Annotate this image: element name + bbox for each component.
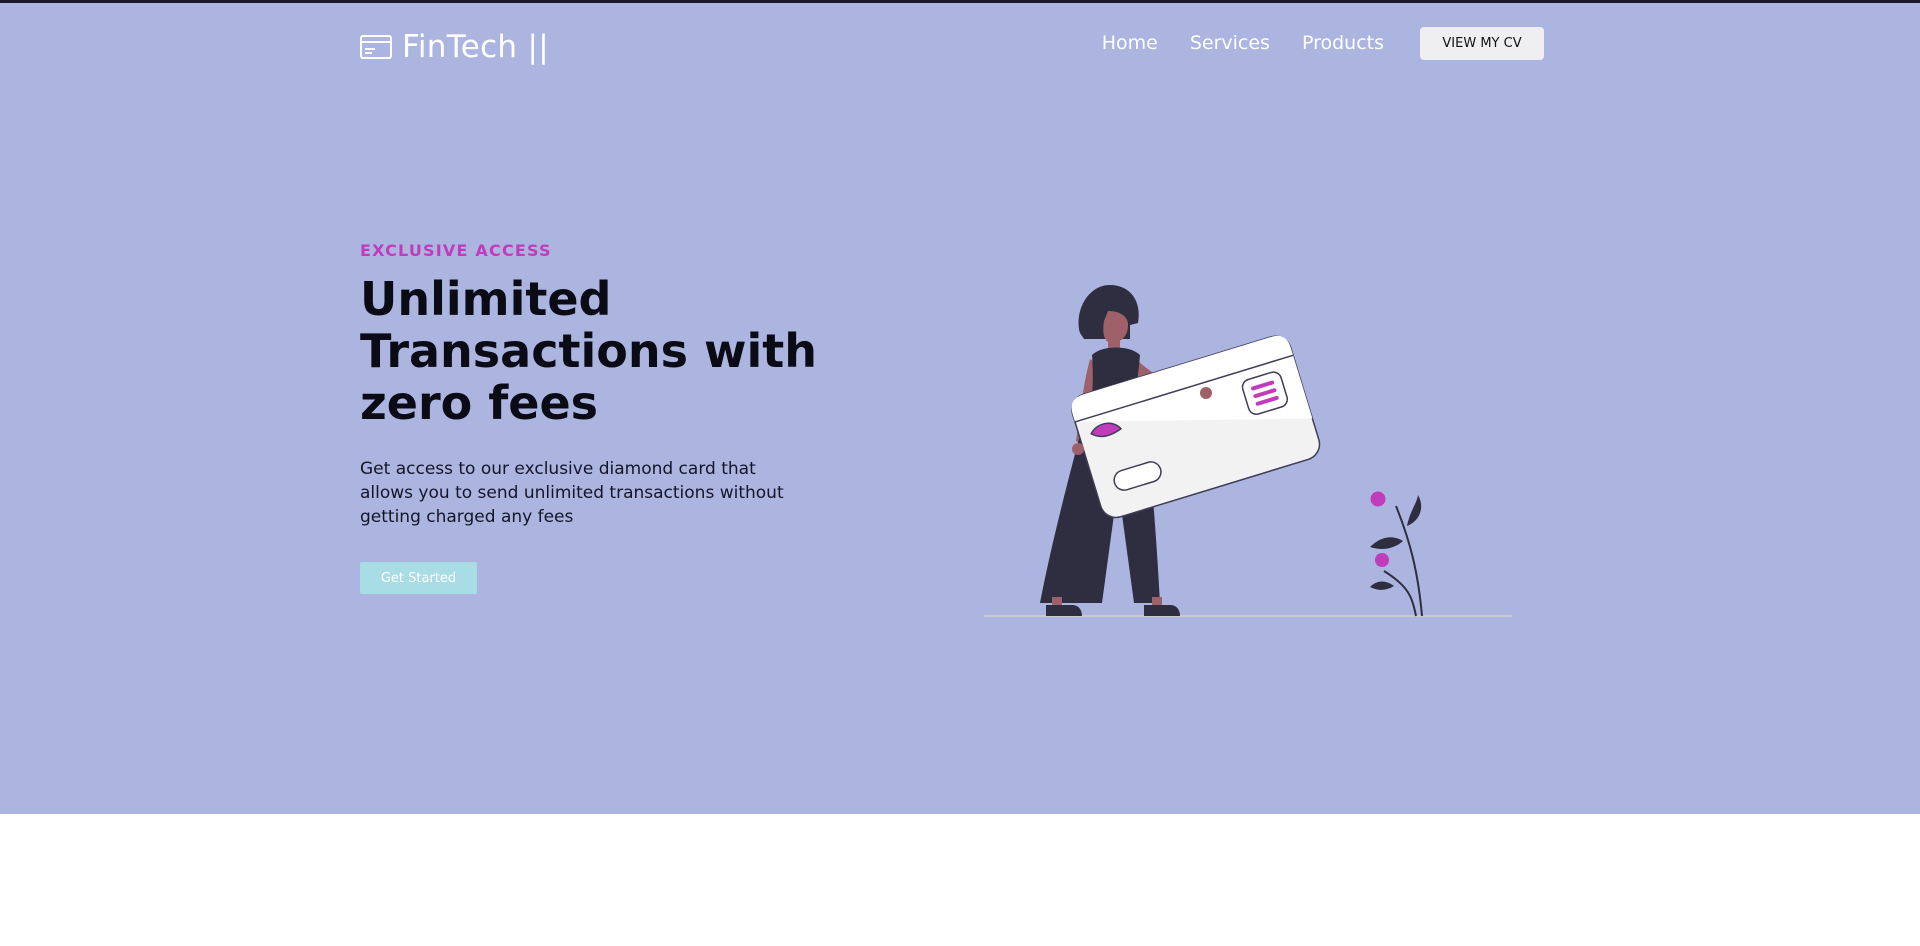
hero-section: FinTech || Home Services Products VIEW M… [0,3,1920,814]
hand [1200,387,1212,399]
credit-card-icon [360,35,392,59]
hero-description: Get access to our exclusive diamond card… [360,459,784,527]
hand [1072,443,1084,455]
get-started-button[interactable]: Get Started [360,562,477,594]
nav-links: Home Services Products [1102,32,1384,54]
page-below-hero [0,814,1920,946]
view-cv-button[interactable]: VIEW MY CV [1420,27,1544,60]
nav-link-services[interactable]: Services [1190,32,1270,54]
woman-holding-credit-card-illustration [984,285,1512,617]
nav-link-home[interactable]: Home [1102,32,1158,54]
hero-eyebrow: EXCLUSIVE ACCESS [360,241,552,260]
nav-link-products[interactable]: Products [1302,32,1384,54]
brand-logo[interactable]: FinTech || [360,23,549,71]
brand-name: FinTech || [402,29,550,65]
plant-icon [1370,491,1423,617]
hero-headline: Unlimited Transactions with zero fees [360,272,817,430]
navbar: FinTech || Home Services Products VIEW M… [0,3,1920,83]
